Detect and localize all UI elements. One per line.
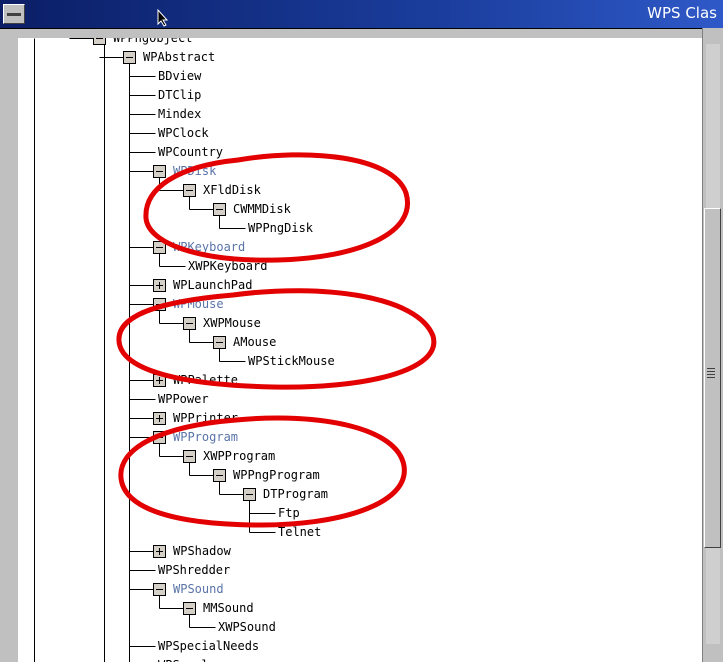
- red-annotation-circle-program: [118, 415, 407, 528]
- expand-icon[interactable]: [153, 545, 166, 558]
- collapse-icon[interactable]: [93, 38, 106, 45]
- vertical-scrollbar[interactable]: [702, 28, 723, 662]
- tree-node-label[interactable]: DTClip: [158, 86, 201, 104]
- tree-node-label[interactable]: WPSound: [173, 580, 224, 598]
- tree-node-label[interactable]: WPSpool: [158, 656, 209, 662]
- tree-node-label[interactable]: WPShadow: [173, 542, 231, 560]
- mouse-pointer-icon: [157, 9, 169, 27]
- title-bar[interactable]: WPS Clas: [0, 0, 723, 29]
- tree-node-label[interactable]: Mindex: [158, 105, 201, 123]
- tree-node-label[interactable]: XWPSound: [218, 618, 276, 636]
- tree-node-label[interactable]: WPSpecialNeeds: [158, 637, 259, 655]
- collapse-icon[interactable]: [183, 602, 196, 615]
- red-annotation-circle-mouse: [116, 288, 437, 390]
- red-annotation-circle-disk: [143, 152, 410, 263]
- tree-node-label[interactable]: BDview: [158, 67, 201, 85]
- tree-node-label[interactable]: WPAbstract: [143, 48, 215, 66]
- tree-node-label[interactable]: WPPngObject: [113, 38, 192, 47]
- tree-node-label[interactable]: WPShredder: [158, 561, 230, 579]
- class-tree-view[interactable]: WPPngObject WPAbstract BDview DTClip Mindex W…: [18, 38, 702, 662]
- tree-node-label[interactable]: MMSound: [203, 599, 254, 617]
- scroll-grip-icon: [707, 368, 715, 380]
- collapse-icon[interactable]: [153, 583, 166, 596]
- tree-node-label[interactable]: WPClock: [158, 124, 209, 142]
- collapse-icon[interactable]: [123, 51, 136, 64]
- window-title: WPS Clas: [647, 4, 717, 22]
- system-menu-icon[interactable]: [3, 4, 25, 24]
